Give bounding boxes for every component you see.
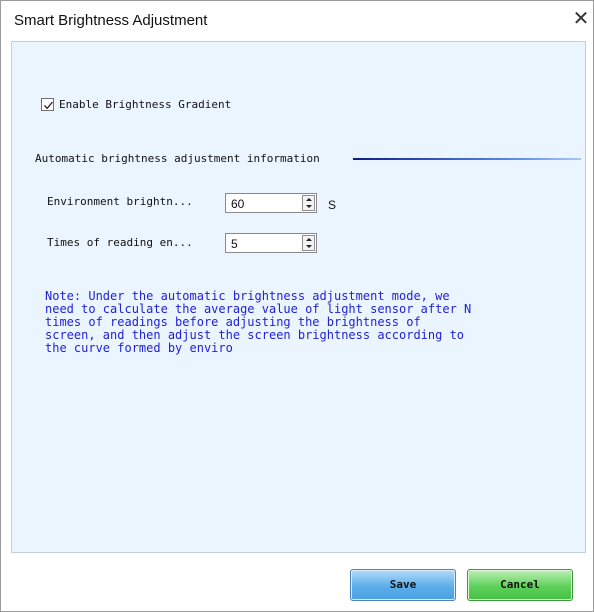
environment-brightness-unit: S — [328, 198, 337, 212]
times-of-reading-label: Times of reading en... — [47, 236, 193, 249]
save-button[interactable]: Save — [350, 569, 456, 601]
spin-down-icon[interactable] — [303, 203, 314, 210]
note-text: Note: Under the automatic brightness adj… — [45, 289, 472, 355]
checkbox-box[interactable] — [41, 97, 54, 111]
enable-brightness-gradient-label: Enable Brightness Gradient — [59, 97, 232, 111]
title-bar: Smart Brightness Adjustment ✕ — [1, 1, 593, 41]
environment-brightness-spinbox[interactable]: 60 — [225, 193, 317, 213]
enable-brightness-gradient-checkbox[interactable]: Enable Brightness Gradient — [41, 96, 231, 112]
spin-down-icon[interactable] — [303, 243, 314, 250]
checkmark-icon — [44, 101, 53, 109]
group-title: Automatic brightness adjustment informat… — [35, 152, 320, 165]
environment-brightness-label: Environment brightn... — [47, 195, 193, 208]
spin-up-icon[interactable] — [303, 236, 314, 243]
times-of-reading-spinbox[interactable]: 5 — [225, 233, 317, 253]
times-of-reading-value[interactable]: 5 — [231, 237, 238, 251]
smart-brightness-dialog: Smart Brightness Adjustment ✕ Enable Bri… — [0, 0, 594, 612]
group-divider — [353, 158, 581, 160]
dialog-title: Smart Brightness Adjustment — [14, 12, 208, 29]
close-icon[interactable]: ✕ — [571, 8, 591, 30]
spin-buttons — [302, 195, 315, 211]
cancel-button[interactable]: Cancel — [467, 569, 573, 601]
environment-brightness-value[interactable]: 60 — [231, 197, 244, 211]
spin-buttons — [302, 235, 315, 251]
spin-up-icon[interactable] — [303, 196, 314, 203]
